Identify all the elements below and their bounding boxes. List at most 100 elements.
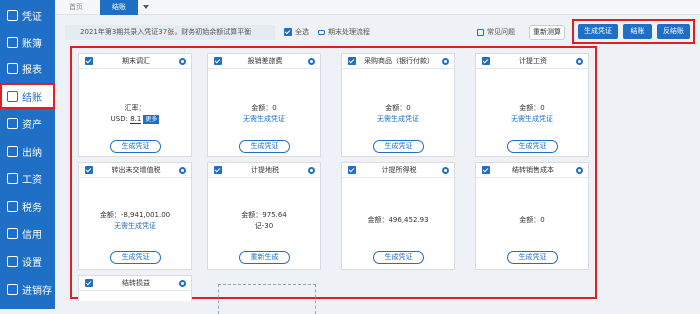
cashier-icon (7, 145, 18, 157)
tab-home[interactable]: 首页 (61, 0, 91, 15)
card-checkbox[interactable] (85, 57, 93, 65)
sidebar-item-label: 凭证 (22, 11, 42, 23)
sidebar-item-settings[interactable]: 设置 (0, 248, 55, 274)
sidebar-item-label: 工资 (22, 174, 42, 186)
sidebar-item-label: 资产 (22, 119, 42, 131)
card-title: 结转销售成本 (512, 166, 554, 174)
card-action-button[interactable]: 生成凭证 (507, 140, 558, 153)
card-sales-cost: 结转销售成本 金额：0 生成凭证 (475, 162, 589, 270)
salary-icon (7, 172, 18, 184)
help-icon (477, 28, 484, 36)
card-amount: 金额：0 (519, 104, 545, 112)
inventory-icon (7, 283, 18, 295)
closing-icon (7, 90, 18, 102)
sidebar-item-label: 设置 (22, 257, 42, 269)
tab-closing[interactable]: 结账 (100, 0, 138, 15)
sidebar-item-inventory[interactable]: 进销存 (0, 276, 55, 302)
card-status-link[interactable]: 无需生成凭证 (342, 115, 454, 124)
card-amount: 金额：-8,941,001.00 (99, 211, 171, 219)
sidebar-item-credit[interactable]: 信用 (0, 220, 55, 246)
card-checkbox[interactable] (85, 166, 93, 174)
card-action-button[interactable]: 生成凭证 (239, 140, 290, 153)
card-checkbox[interactable] (348, 166, 356, 174)
card-income-tax: 计提所得税 金额：496,452.93 生成凭证 (341, 162, 455, 270)
card-purchase: 采购商品（银行付款） 金额：0 无需生成凭证 生成凭证 (341, 53, 455, 157)
card-title: 计提工资 (519, 57, 547, 65)
credit-icon (7, 227, 18, 239)
gear-icon[interactable] (442, 167, 449, 174)
gen-voucher-button[interactable]: 生成凭证 (578, 24, 618, 39)
card-checkbox[interactable] (482, 57, 490, 65)
card-action-button[interactable]: 重新生成 (239, 251, 290, 264)
sidebar-item-cashier[interactable]: 出纳 (0, 138, 55, 164)
gear-icon[interactable] (576, 167, 583, 174)
more-button[interactable]: 更多 (143, 115, 160, 124)
reverse-close-button[interactable]: 反结账 (657, 24, 690, 39)
card-action-button[interactable]: 生成凭证 (373, 251, 424, 264)
card-fx-adjust: 期末调汇 汇率： USD: 8.1 更多 生成凭证 (78, 53, 192, 157)
card-checkbox[interactable] (348, 57, 356, 65)
card-title: 期末调汇 (122, 57, 150, 65)
sidebar-item-label: 进销存 (22, 285, 52, 297)
sidebar-item-ledger[interactable]: 账簿 (0, 29, 55, 55)
check-icon (284, 28, 292, 36)
sidebar-item-closing[interactable]: 结账 (0, 83, 55, 109)
tax-icon (7, 200, 18, 212)
faq-link[interactable]: 常见问题 (477, 27, 515, 37)
card-voucher-ref[interactable]: 记-30 (208, 222, 320, 231)
card-status-link[interactable]: 无需生成凭证 (79, 222, 191, 231)
card-checkbox[interactable] (482, 166, 490, 174)
card-amount: 金额：496,452.93 (367, 216, 429, 224)
closing-cards-panel: 期末调汇 汇率： USD: 8.1 更多 生成凭证 报销差旅费 金额：0 无需生成… (70, 46, 597, 314)
period-info: 2021年第3期共录入凭证37张，财务初始余额试算平衡 (65, 25, 275, 40)
sidebar-item-asset[interactable]: 资产 (0, 110, 55, 136)
sidebar-item-label: 账簿 (22, 38, 42, 50)
sidebar-item-label: 税务 (22, 202, 42, 214)
voucher-count: 37 (158, 28, 168, 36)
card-amount: 金额：0 (385, 104, 411, 112)
card-amount: 金额：0 (519, 216, 545, 224)
card-action-button[interactable]: 生成凭证 (373, 140, 424, 153)
close-books-button[interactable]: 结账 (623, 24, 652, 39)
sidebar-item-report[interactable]: 报表 (0, 55, 55, 81)
gear-icon[interactable] (442, 58, 449, 65)
card-checkbox[interactable] (214, 166, 222, 174)
rate-input[interactable]: 8.1 (130, 115, 142, 124)
gear-icon[interactable] (576, 58, 583, 65)
card-checkbox[interactable] (214, 57, 222, 65)
tab-bar: 首页 结账 (55, 0, 700, 15)
recalc-button[interactable]: 重新测算 (529, 25, 565, 40)
card-action-button[interactable]: 生成凭证 (110, 251, 161, 264)
card-travel-expense: 报销差旅费 金额：0 无需生成凭证 生成凭证 (207, 53, 321, 157)
card-status-link[interactable]: 无需生成凭证 (208, 115, 320, 124)
sidebar-item-label: 报表 (22, 64, 42, 76)
gear-icon[interactable] (179, 58, 186, 65)
sidebar-item-tax[interactable]: 税务 (0, 193, 55, 219)
card-title: 结转损益 (122, 279, 150, 287)
gear-icon[interactable] (308, 58, 315, 65)
select-all-checkbox[interactable]: 全选 (284, 27, 309, 37)
card-rate-row: USD: 8.1 更多 (110, 115, 160, 124)
tab-dropdown-icon[interactable] (143, 5, 149, 9)
gear-icon[interactable] (179, 280, 186, 287)
card-accrue-salary: 计提工资 金额：0 无需生成凭证 生成凭证 (475, 53, 589, 157)
card-title: 转出未交增值税 (111, 166, 161, 174)
sidebar-item-label: 出纳 (22, 147, 42, 159)
card-status-link[interactable]: 无需生成凭证 (476, 115, 588, 124)
card-action-button[interactable]: 生成凭证 (110, 140, 161, 153)
card-profit-loss: 结转损益 (78, 275, 192, 301)
card-action-button[interactable]: 生成凭证 (507, 251, 558, 264)
process-flow-link[interactable]: 期末处理流程 (318, 27, 370, 37)
card-title: 计提所得税 (381, 166, 417, 174)
voucher-icon (7, 9, 18, 21)
card-local-tax: 计提地税 金额：975.64 记-30 重新生成 (207, 162, 321, 270)
card-checkbox[interactable] (85, 279, 93, 287)
settings-icon (7, 255, 18, 267)
gear-icon[interactable] (179, 167, 186, 174)
add-card-placeholder[interactable] (218, 284, 316, 314)
sidebar-item-salary[interactable]: 工资 (0, 165, 55, 191)
gear-icon[interactable] (308, 167, 315, 174)
sidebar-item-voucher[interactable]: 凭证 (0, 2, 55, 28)
report-icon (7, 62, 18, 74)
card-title: 采购商品（银行付款） (364, 57, 434, 65)
